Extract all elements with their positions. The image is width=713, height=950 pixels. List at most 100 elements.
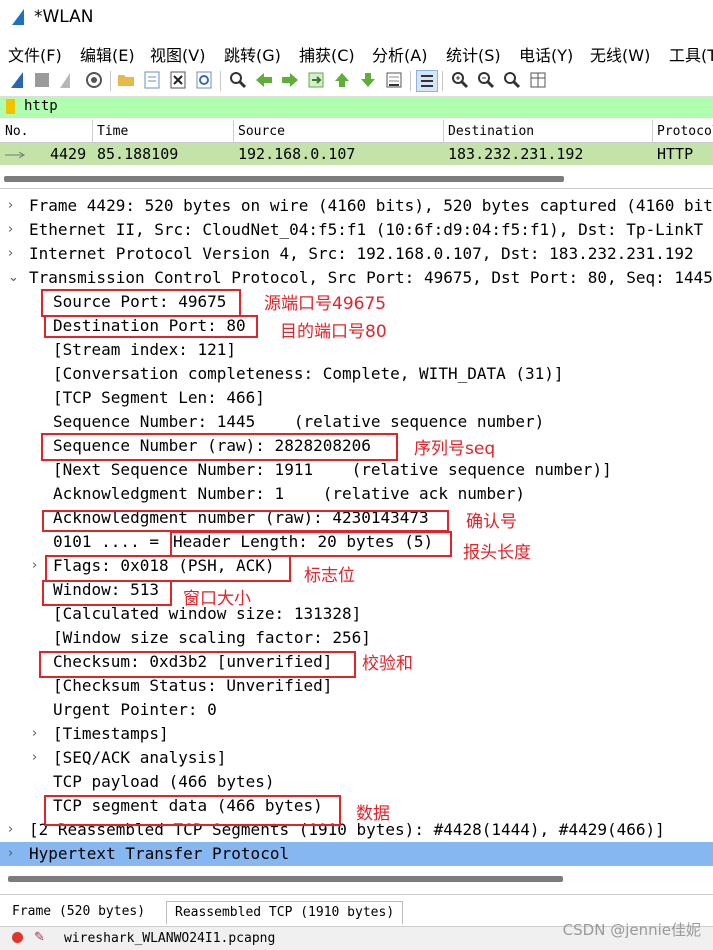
display-filter-bar[interactable]: http [0,96,713,118]
annotation-src-port: 源端口号49675 [264,294,387,314]
menu-wireless[interactable]: 无线(W) [590,42,650,66]
watermark: CSDN @jennie佳妮 [562,921,701,939]
packet-time: 85.188109 [97,145,179,163]
menu-bar: 文件(F) 编辑(E) 视图(V) 跳转(G) 捕获(C) 分析(A) 统计(S… [0,38,713,66]
collapsed-arrow-icon[interactable]: › [8,194,13,218]
collapsed-arrow-icon[interactable]: › [32,722,37,746]
tree-item-ethernet[interactable]: › Ethernet II, Src: CloudNet_04:f5:f1 (1… [0,218,713,242]
annotation-ack: 确认号 [466,512,517,532]
edit-comment-icon[interactable]: ✎ [34,930,45,945]
zoom-normal-icon[interactable] [502,70,522,90]
reload-icon[interactable] [194,70,214,90]
menu-file[interactable]: 文件(F) [8,42,62,66]
column-header-time[interactable]: Time [97,124,128,139]
menu-telephony[interactable]: 电话(Y) [519,42,573,66]
resize-columns-icon[interactable] [528,70,548,90]
highlight-box-seq-raw [41,433,398,461]
highlight-box-flags [45,555,291,582]
details-scrollbar[interactable] [8,876,563,882]
packet-source: 192.168.0.107 [238,145,356,163]
collapsed-arrow-icon[interactable]: › [32,746,37,770]
menu-analyze[interactable]: 分析(A) [372,42,427,66]
packet-list-scrollbar[interactable] [4,176,564,182]
bookmark-icon[interactable] [6,99,15,114]
find-icon[interactable] [228,70,248,90]
capture-status-icon[interactable] [12,932,23,943]
request-arrow-icon [5,151,25,159]
tree-item-frame[interactable]: › Frame 4429: 520 bytes on wire (4160 bi… [0,194,713,218]
options-gear-icon[interactable] [84,70,104,90]
collapsed-arrow-icon[interactable]: › [8,818,13,842]
collapsed-arrow-icon[interactable]: › [8,842,13,866]
shark-fin-icon[interactable] [8,70,28,90]
tree-item-next-seq[interactable]: [Next Sequence Number: 1911 (relative se… [0,458,713,482]
zoom-in-icon[interactable] [450,70,470,90]
collapsed-arrow-icon[interactable]: › [32,554,37,578]
menu-capture[interactable]: 捕获(C) [299,42,355,66]
tree-item-ack-relative[interactable]: Acknowledgment Number: 1 (relative ack n… [0,482,713,506]
highlight-box-header-length [170,531,452,557]
highlight-box-dst-port [44,315,258,338]
packet-protocol: HTTP [657,145,694,163]
highlight-box-segment-data [44,795,341,826]
tree-item-http[interactable]: › Hypertext Transfer Protocol [0,842,713,866]
annotation-checksum: 校验和 [362,654,413,674]
packet-row[interactable]: 4429 85.188109 192.168.0.107 183.232.231… [0,143,713,165]
annotation-dst-port: 目的端口号80 [280,322,387,342]
save-icon[interactable] [142,70,162,90]
close-file-icon[interactable] [168,70,188,90]
pane-divider-bottom[interactable] [0,894,713,895]
wireshark-fin-icon [12,9,24,25]
tree-item-segment-len[interactable]: [TCP Segment Len: 466] [0,386,713,410]
tab-reassembled-tcp[interactable]: Reassembled TCP (1910 bytes) [166,901,404,924]
tree-item-conversation[interactable]: [Conversation completeness: Complete, WI… [0,362,713,386]
tree-item-seqack[interactable]: › [SEQ/ACK analysis] [0,746,713,770]
tree-item-timestamps[interactable]: › [Timestamps] [0,722,713,746]
annotation-header-length: 报头长度 [463,543,531,563]
menu-view[interactable]: 视图(V) [150,42,205,66]
last-packet-icon[interactable] [358,70,378,90]
window-title: *WLAN [34,7,94,27]
back-arrow-icon[interactable] [254,70,274,90]
status-filename: wireshark_WLANWO24I1.pcapng [64,931,276,946]
highlight-box-ack-raw [42,510,449,532]
annotation-data: 数据 [356,804,390,824]
forward-arrow-icon[interactable] [280,70,300,90]
autoscroll-icon[interactable] [384,70,404,90]
open-folder-icon[interactable] [116,70,136,90]
packet-no: 4429 [50,145,87,163]
annotation-window: 窗口大小 [183,589,251,609]
column-header-source[interactable]: Source [238,124,285,139]
pane-divider[interactable] [0,188,713,189]
tree-item-payload[interactable]: TCP payload (466 bytes) [0,770,713,794]
highlight-box-window [42,580,172,606]
tab-frame-bytes[interactable]: Frame (520 bytes) [4,901,153,923]
tree-item-urgent[interactable]: Urgent Pointer: 0 [0,698,713,722]
column-header-no[interactable]: No. [5,124,28,139]
tree-item-tcp[interactable]: ⌄ Transmission Control Protocol, Src Por… [0,266,713,290]
annotation-flags: 标志位 [304,566,355,586]
tree-item-scaling[interactable]: [Window size scaling factor: 256] [0,626,713,650]
collapsed-arrow-icon[interactable]: › [8,218,13,242]
tree-item-seq-relative[interactable]: Sequence Number: 1445 (relative sequence… [0,410,713,434]
column-header-protocol[interactable]: Protocol [657,124,713,139]
highlight-box-checksum [39,651,356,678]
collapsed-arrow-icon[interactable]: › [8,242,13,266]
annotation-seq: 序列号seq [414,439,496,459]
stop-icon[interactable] [32,70,52,90]
goto-packet-icon[interactable] [306,70,326,90]
menu-edit[interactable]: 编辑(E) [80,42,135,66]
menu-tools[interactable]: 工具(T) [669,42,713,66]
main-toolbar [0,68,713,94]
first-packet-icon[interactable] [332,70,352,90]
menu-statistics[interactable]: 统计(S) [446,42,501,66]
column-header-destination[interactable]: Destination [448,124,534,139]
highlight-box-src-port [41,289,241,317]
zoom-out-icon[interactable] [476,70,496,90]
colorize-icon[interactable] [416,70,438,92]
display-filter-input[interactable]: http [24,98,58,114]
expanded-arrow-icon[interactable]: ⌄ [8,266,19,290]
restart-icon[interactable] [56,70,76,90]
menu-go[interactable]: 跳转(G) [224,42,281,66]
tree-item-ip[interactable]: › Internet Protocol Version 4, Src: 192.… [0,242,713,266]
